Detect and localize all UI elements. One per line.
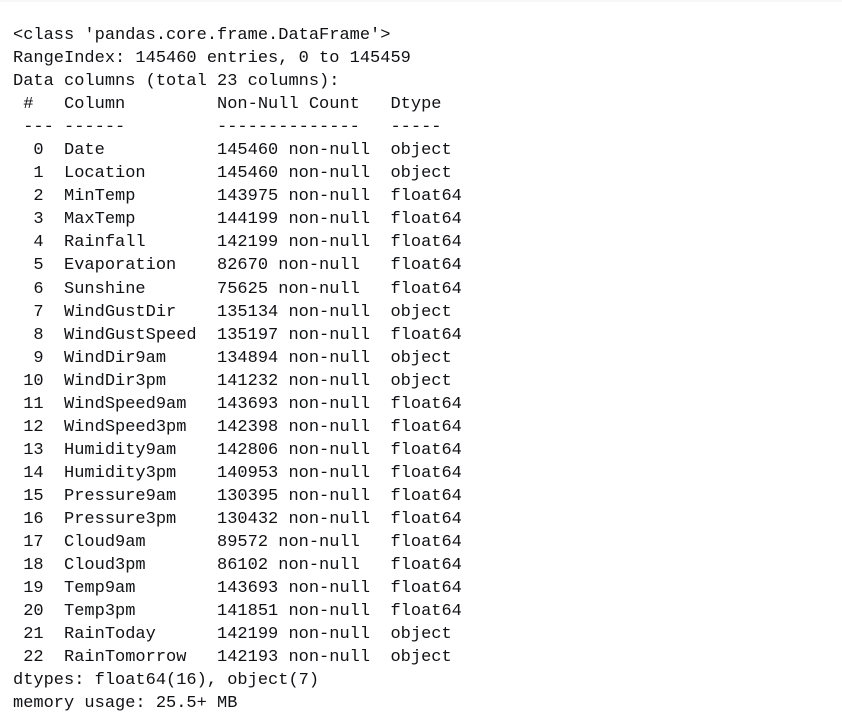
table-row: 4 Rainfall 142199 non-null float64 xyxy=(13,233,462,253)
table-row: 13 Humidity9am 142806 non-null float64 xyxy=(13,440,462,460)
range-index-line: RangeIndex: 145460 entries, 0 to 145459 xyxy=(13,49,411,69)
top-edge-strip xyxy=(0,0,842,2)
table-row: 18 Cloud3pm 86102 non-null float64 xyxy=(13,556,462,576)
memory-usage-line: memory usage: 25.5+ MB xyxy=(13,694,238,714)
table-row: 11 WindSpeed9am 143693 non-null float64 xyxy=(13,394,462,414)
table-row: 1 Location 145460 non-null object xyxy=(13,164,452,184)
table-row: 16 Pressure3pm 130432 non-null float64 xyxy=(13,509,462,529)
table-header-line: # Column Non-Null Count Dtype xyxy=(13,95,442,115)
dtypes-summary-line: dtypes: float64(16), object(7) xyxy=(13,671,320,691)
table-rows: 0 Date 145460 non-null object 1 Location… xyxy=(13,139,842,669)
table-row: 19 Temp9am 143693 non-null float64 xyxy=(13,579,462,599)
table-row: 17 Cloud9am 89572 non-null float64 xyxy=(13,533,462,553)
table-row: 7 WindGustDir 135134 non-null object xyxy=(13,302,452,322)
table-row: 15 Pressure9am 130395 non-null float64 xyxy=(13,486,462,506)
table-row: 20 Temp3pm 141851 non-null float64 xyxy=(13,602,462,622)
table-row: 0 Date 145460 non-null object xyxy=(13,141,452,161)
table-row: 22 RainTomorrow 142193 non-null object xyxy=(13,648,452,668)
table-separator-line: --- ------ -------------- ----- xyxy=(13,118,442,138)
class-line: <class 'pandas.core.frame.DataFrame'> xyxy=(13,26,391,45)
dataframe-info-output: <class 'pandas.core.frame.DataFrame'> Ran… xyxy=(0,17,842,715)
table-row: 21 RainToday 142199 non-null object xyxy=(13,625,452,645)
table-row: 2 MinTemp 143975 non-null float64 xyxy=(13,187,462,207)
table-row: 8 WindGustSpeed 135197 non-null float64 xyxy=(13,325,462,345)
table-row: 5 Evaporation 82670 non-null float64 xyxy=(13,256,462,276)
table-row: 6 Sunshine 75625 non-null float64 xyxy=(13,279,462,299)
table-row: 14 Humidity3pm 140953 non-null float64 xyxy=(13,463,462,483)
table-row: 3 MaxTemp 144199 non-null float64 xyxy=(13,210,462,230)
table-row: 10 WindDir3pm 141232 non-null object xyxy=(13,371,452,391)
table-row: 9 WindDir9am 134894 non-null object xyxy=(13,348,452,368)
data-columns-line: Data columns (total 23 columns): xyxy=(13,72,340,92)
table-row: 12 WindSpeed3pm 142398 non-null float64 xyxy=(13,417,462,437)
